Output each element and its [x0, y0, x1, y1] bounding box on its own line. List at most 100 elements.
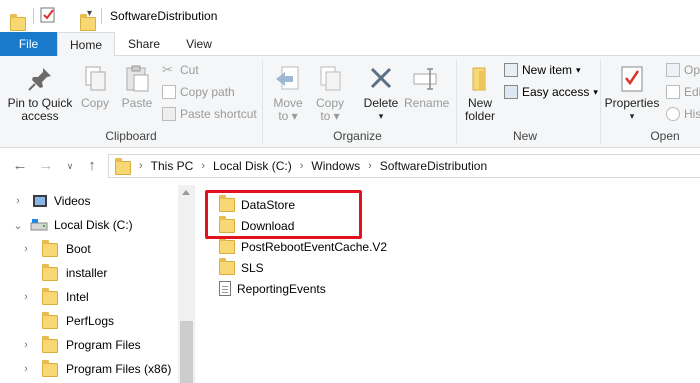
- open-button[interactable]: Op: [666, 63, 700, 77]
- easy-access-label: Easy access: [522, 85, 590, 99]
- chevron-right-icon[interactable]: ›: [131, 160, 146, 172]
- delete-dropdown-icon: ▾: [378, 111, 384, 121]
- folder-icon: [115, 157, 131, 175]
- list-item-sls[interactable]: SLS: [219, 257, 264, 278]
- new-folder-button[interactable]: New folder: [460, 64, 500, 123]
- copy-to-label-2: to: [320, 109, 331, 123]
- paste-icon: [126, 65, 149, 92]
- easy-access-button[interactable]: Easy access ▾: [504, 85, 598, 99]
- paste-button[interactable]: Paste: [118, 64, 156, 110]
- tree-item-label: Videos: [54, 194, 91, 208]
- recent-locations-icon[interactable]: ∨: [60, 156, 80, 176]
- copy-path-button[interactable]: Copy path: [162, 85, 235, 99]
- properties-dropdown-icon: ▾: [629, 111, 635, 121]
- breadcrumb-this-pc[interactable]: This PC: [146, 159, 199, 173]
- chevron-right-icon[interactable]: ›: [198, 160, 208, 172]
- tree-item-intel[interactable]: › Intel: [20, 285, 89, 309]
- title-bar: ▾ SoftwareDistribution: [0, 0, 700, 32]
- move-to-button[interactable]: Move to ▾: [268, 64, 308, 123]
- new-group-label: New: [512, 129, 537, 143]
- tab-file[interactable]: File: [0, 32, 57, 56]
- copy-path-label: Copy path: [180, 85, 235, 99]
- easy-access-dropdown-icon: ▾: [593, 86, 598, 97]
- chevron-down-icon[interactable]: ⌄: [12, 219, 24, 232]
- tree-item-program-files-x86[interactable]: › Program Files (x86): [20, 357, 171, 381]
- copy-icon: [85, 66, 106, 91]
- new-item-label: New item: [522, 63, 573, 77]
- clipboard-group-label: Clipboard: [105, 129, 157, 143]
- group-separator: [262, 60, 263, 144]
- new-folder-icon[interactable]: [80, 14, 96, 31]
- tab-home[interactable]: Home: [57, 32, 115, 57]
- drive-icon: [30, 219, 48, 231]
- list-item-reportingevents[interactable]: ReportingEvents: [219, 278, 326, 299]
- file-name: SLS: [241, 260, 264, 275]
- tree-item-program-files[interactable]: › Program Files: [20, 333, 141, 357]
- properties-label: Properties: [604, 96, 660, 110]
- tree-item-label: installer: [66, 266, 108, 280]
- copy-to-icon: [320, 66, 341, 91]
- open-group-label: Open: [650, 129, 680, 143]
- properties-icon[interactable]: [40, 7, 56, 23]
- tab-view[interactable]: View: [172, 32, 226, 56]
- new-item-button[interactable]: New item ▾: [504, 63, 581, 77]
- history-button[interactable]: Hist: [666, 107, 700, 121]
- ribbon-tabs: File Home Share View: [0, 32, 700, 57]
- list-item-postrebooteventcache[interactable]: PostRebootEventCache.V2: [219, 236, 387, 257]
- group-separator: [456, 60, 457, 144]
- paste-label: Paste: [121, 96, 153, 110]
- breadcrumb-softwaredistribution[interactable]: SoftwareDistribution: [375, 159, 492, 173]
- tab-share[interactable]: Share: [118, 32, 170, 56]
- edit-button[interactable]: Edi: [666, 85, 700, 99]
- chevron-right-icon[interactable]: ›: [365, 160, 375, 172]
- tree-item-local-disk[interactable]: ⌄ Local Disk (C:): [12, 213, 133, 237]
- folder-icon: [219, 236, 235, 254]
- copy-path-icon: [162, 85, 176, 99]
- chevron-right-icon[interactable]: ›: [20, 363, 32, 375]
- separator: [101, 8, 102, 24]
- breadcrumb-local-disk[interactable]: Local Disk (C:): [208, 159, 297, 173]
- videos-icon: [33, 195, 47, 207]
- chevron-right-icon[interactable]: ›: [20, 291, 32, 303]
- tree-item-label: Program Files (x86): [66, 362, 172, 376]
- properties-icon: [621, 66, 643, 92]
- paste-shortcut-button[interactable]: Paste shortcut: [162, 107, 257, 121]
- address-bar[interactable]: › This PC › Local Disk (C:) › Windows › …: [108, 154, 700, 178]
- rename-label: Rename: [404, 96, 450, 110]
- copy-button[interactable]: Copy: [78, 64, 112, 110]
- customize-toolbar-icon[interactable]: ▾: [87, 8, 92, 19]
- easy-access-icon: [504, 85, 518, 99]
- rename-button[interactable]: Rename: [404, 64, 450, 110]
- tree-item-videos[interactable]: › Videos: [12, 189, 90, 213]
- up-arrow-icon[interactable]: ↑: [82, 156, 102, 176]
- tree-item-installer[interactable]: installer: [20, 261, 107, 285]
- copy-to-button[interactable]: Copy to ▾: [310, 64, 350, 123]
- chevron-right-icon[interactable]: ›: [12, 195, 24, 207]
- properties-button[interactable]: Properties ▾: [604, 64, 660, 123]
- ribbon: Pin to Quick access Copy Paste ✂ Cut Cop…: [0, 56, 700, 148]
- delete-icon: [370, 67, 392, 89]
- delete-label: Delete: [363, 96, 399, 110]
- back-arrow-icon[interactable]: ←: [10, 156, 30, 176]
- move-to-icon: [276, 66, 299, 90]
- pin-icon: [28, 68, 51, 91]
- pin-to-quick-access-button[interactable]: Pin to Quick access: [4, 64, 76, 123]
- chevron-right-icon[interactable]: ›: [20, 339, 32, 351]
- tree-item-label: Local Disk (C:): [54, 218, 133, 232]
- forward-arrow-icon[interactable]: →: [36, 156, 56, 176]
- delete-button[interactable]: Delete ▾: [360, 64, 402, 123]
- tree-item-perflogs[interactable]: PerfLogs: [20, 309, 114, 333]
- tree-item-boot[interactable]: › Boot: [20, 237, 91, 261]
- navigation-bar: ← → ∨ ↑ › This PC › Local Disk (C:) › Wi…: [0, 148, 700, 185]
- organize-group-label: Organize: [333, 129, 382, 143]
- chevron-right-icon[interactable]: ›: [20, 243, 32, 255]
- chevron-right-icon[interactable]: ›: [297, 160, 307, 172]
- breadcrumb-windows[interactable]: Windows: [306, 159, 365, 173]
- group-separator: [600, 60, 601, 144]
- scroll-up-icon[interactable]: [182, 190, 190, 195]
- scrollbar-thumb[interactable]: [180, 321, 193, 383]
- nav-pane-scrollbar[interactable]: [178, 185, 195, 383]
- cut-button[interactable]: ✂ Cut: [162, 63, 199, 78]
- folder-icon: [42, 240, 58, 257]
- folder-icon: [42, 360, 58, 377]
